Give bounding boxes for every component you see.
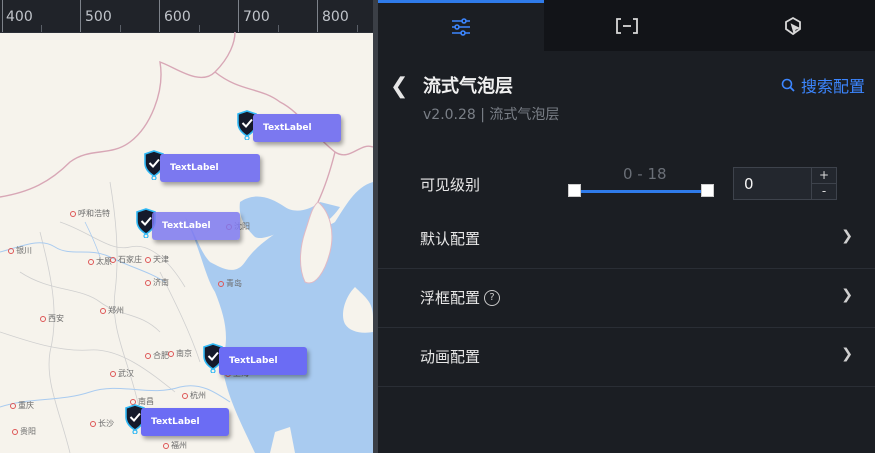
map-city-label: 武汉 bbox=[110, 368, 134, 379]
map-city-label: 合肥 bbox=[145, 350, 169, 361]
map-canvas[interactable]: 400 500 600 700 800 呼和浩特 银川 太原 石家庄 天津 沈阳… bbox=[0, 0, 373, 453]
map-city-label: 杭州 bbox=[182, 390, 206, 401]
ruler-label: 400 bbox=[6, 9, 33, 25]
slider-min-handle[interactable] bbox=[568, 184, 581, 197]
ruler-label: 700 bbox=[243, 9, 270, 25]
page-title: 流式气泡层 bbox=[423, 76, 513, 97]
decrement-button[interactable]: - bbox=[811, 184, 836, 199]
bubble-label: TextLabel bbox=[160, 154, 260, 182]
bracket-icon bbox=[616, 17, 638, 34]
map-city-label: 福州 bbox=[163, 440, 187, 451]
map-city-label: 贵阳 bbox=[12, 426, 36, 437]
map-city-label: 天津 bbox=[145, 254, 169, 265]
tab-interaction-config[interactable] bbox=[710, 0, 875, 51]
map-city-label: 银川 bbox=[8, 245, 32, 256]
interaction-icon bbox=[785, 16, 801, 35]
search-config-button[interactable]: 搜索配置 bbox=[781, 73, 865, 97]
section-tooltip-config[interactable]: 浮框配置? ❯ bbox=[378, 269, 875, 328]
horizontal-ruler: 400 500 600 700 800 bbox=[0, 0, 373, 33]
visibility-level-row: 可见级别 0 - 18 0 + - bbox=[378, 160, 875, 210]
panel-header: ❮ 流式气泡层 v2.0.28 | 流式气泡层 搜索配置 bbox=[378, 60, 875, 130]
bubble-label: TextLabel bbox=[219, 347, 307, 375]
search-icon bbox=[781, 78, 795, 92]
bubble-label: TextLabel bbox=[152, 212, 240, 240]
chevron-right-icon: ❯ bbox=[841, 287, 853, 303]
section-default-config[interactable]: 默认配置 ❯ bbox=[378, 210, 875, 269]
ruler-label: 500 bbox=[85, 9, 112, 25]
chevron-right-icon: ❯ bbox=[841, 228, 853, 244]
bubble-label: TextLabel bbox=[141, 408, 229, 436]
section-label: 默认配置 bbox=[420, 230, 481, 248]
map-city-label: 青岛 bbox=[218, 278, 242, 289]
tab-data-config[interactable] bbox=[544, 0, 710, 51]
search-config-label: 搜索配置 bbox=[800, 77, 865, 96]
visibility-level-input[interactable]: 0 + - bbox=[733, 167, 837, 200]
visibility-range-slider[interactable] bbox=[568, 184, 714, 197]
tab-style-config[interactable] bbox=[378, 0, 544, 51]
sliders-icon bbox=[452, 18, 470, 36]
panel-tabs bbox=[378, 0, 875, 51]
chevron-right-icon: ❯ bbox=[841, 346, 853, 362]
map-city-label: 重庆 bbox=[10, 400, 34, 411]
visibility-range-text: 0 - 18 bbox=[623, 165, 667, 183]
map-city-label: 西安 bbox=[40, 313, 64, 324]
visibility-level-label: 可见级别 bbox=[420, 176, 481, 194]
map-city-label: 呼和浩特 bbox=[70, 208, 110, 219]
map-city-label: 石家庄 bbox=[110, 254, 142, 265]
map-city-label: 南京 bbox=[168, 348, 192, 359]
map-city-label: 济南 bbox=[145, 277, 169, 288]
section-label: 动画配置 bbox=[420, 348, 481, 366]
section-animation-config[interactable]: 动画配置 ❯ bbox=[378, 328, 875, 387]
visibility-level-value: 0 bbox=[744, 175, 754, 193]
help-icon[interactable]: ? bbox=[484, 289, 501, 306]
map-city-label: 长沙 bbox=[90, 418, 114, 429]
map-city-label: 郑州 bbox=[100, 305, 124, 316]
map-city-label: 太原 bbox=[88, 256, 112, 267]
slider-max-handle[interactable] bbox=[701, 184, 714, 197]
component-version: v2.0.28 | 流式气泡层 bbox=[423, 107, 560, 123]
bubble-label: TextLabel bbox=[253, 114, 341, 142]
increment-button[interactable]: + bbox=[811, 168, 836, 184]
config-panel: ❮ 流式气泡层 v2.0.28 | 流式气泡层 搜索配置 可见级别 0 - 18… bbox=[378, 0, 875, 453]
section-label: 浮框配置? bbox=[420, 287, 501, 308]
ruler-label: 600 bbox=[164, 9, 191, 25]
ruler-label: 800 bbox=[322, 9, 349, 25]
back-chevron-icon[interactable]: ❮ bbox=[390, 74, 408, 99]
